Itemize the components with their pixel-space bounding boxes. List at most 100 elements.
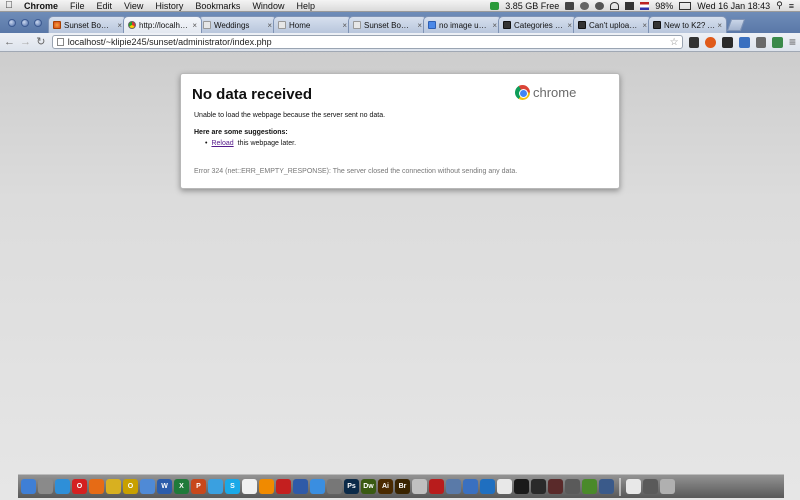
forward-button[interactable]: →	[20, 36, 31, 48]
close-tab-icon[interactable]: ×	[492, 21, 497, 30]
close-tab-icon[interactable]: ×	[192, 21, 197, 30]
menu-edit[interactable]: Edit	[91, 1, 119, 11]
word-icon[interactable]: W	[157, 479, 172, 494]
input-flag-icon[interactable]	[640, 1, 650, 10]
battery-icon[interactable]	[679, 1, 692, 10]
close-tab-icon[interactable]: ×	[567, 21, 572, 30]
tab-0[interactable]: Sunset Boma – Ad×	[48, 16, 127, 33]
notification-center-icon[interactable]: ≡	[789, 1, 794, 11]
joomla-favicon-icon	[53, 21, 61, 29]
finder-icon[interactable]	[21, 479, 36, 494]
firefox-icon[interactable]	[89, 479, 104, 494]
menu-view[interactable]: View	[118, 1, 149, 11]
extension-icon-6[interactable]	[772, 36, 783, 48]
url-text[interactable]: localhost/~klipie245/sunset/administrato…	[68, 37, 670, 47]
tabs: Sunset Boma – Ad×http://localhost/×Weddi…	[48, 16, 727, 33]
tab-title: Home	[289, 20, 311, 30]
battery-percent[interactable]: 98%	[655, 1, 673, 11]
tab-7[interactable]: Can't upload ima×	[573, 16, 652, 33]
illustrator-icon[interactable]: Ai	[378, 479, 393, 494]
close-tab-icon[interactable]: ×	[642, 21, 647, 30]
minimize-window-button[interactable]	[21, 19, 29, 27]
close-tab-icon[interactable]: ×	[717, 21, 722, 30]
menu-history[interactable]: History	[149, 1, 189, 11]
activity-monitor-icon[interactable]	[531, 479, 546, 494]
tab-3[interactable]: Home ×	[273, 16, 352, 33]
close-tab-icon[interactable]: ×	[417, 21, 422, 30]
systemprefs-icon[interactable]	[327, 479, 342, 494]
vlc-icon[interactable]	[259, 479, 274, 494]
close-tab-icon[interactable]: ×	[342, 21, 347, 30]
powerpoint-icon[interactable]: P	[191, 479, 206, 494]
bookmark-star-icon[interactable]: ☆	[670, 37, 682, 48]
timemachine-icon[interactable]	[595, 1, 605, 10]
menu-help[interactable]: Help	[290, 1, 321, 11]
acrobat-icon[interactable]	[276, 479, 291, 494]
extension-icon-2[interactable]	[705, 36, 717, 48]
messages-icon[interactable]	[208, 479, 223, 494]
menu-file[interactable]: File	[64, 1, 91, 11]
spotlight-icon[interactable]: ⚲	[776, 0, 783, 11]
textwrangler-icon[interactable]	[412, 479, 427, 494]
menu-chrome[interactable]: Chrome	[18, 1, 64, 11]
back-button[interactable]: ←	[4, 36, 15, 48]
appstore-icon[interactable]	[310, 479, 325, 494]
close-tab-icon[interactable]: ×	[117, 21, 122, 30]
sync-icon[interactable]	[580, 1, 590, 10]
status-app-icon[interactable]	[490, 1, 500, 10]
new-tab-button[interactable]	[726, 19, 746, 31]
reload-button[interactable]: ↻	[36, 36, 46, 48]
paint-icon[interactable]	[446, 479, 461, 494]
extension-icon-1[interactable]	[688, 36, 700, 48]
excel-icon[interactable]: X	[174, 479, 189, 494]
bridge-icon[interactable]: Br	[395, 479, 410, 494]
terminal-icon[interactable]	[514, 479, 529, 494]
menu-window[interactable]: Window	[246, 1, 290, 11]
opera-alt-icon[interactable]: O	[123, 479, 138, 494]
page-icon	[56, 38, 64, 46]
teamviewer-icon[interactable]	[480, 479, 495, 494]
tab-6[interactable]: Categories – K2 C×	[498, 16, 577, 33]
apple-menu-icon[interactable]: 	[0, 0, 18, 11]
dropbox-icon[interactable]	[565, 1, 575, 10]
launchpad-icon[interactable]	[38, 479, 53, 494]
extension-icon-5[interactable]	[755, 36, 767, 48]
volume-icon[interactable]	[625, 1, 635, 10]
menu-bookmarks[interactable]: Bookmarks	[189, 1, 246, 11]
skype-icon[interactable]: S	[225, 479, 240, 494]
preview-icon[interactable]	[497, 479, 512, 494]
document-icon[interactable]	[626, 479, 641, 494]
calendar-icon[interactable]	[242, 479, 257, 494]
close-tab-icon[interactable]: ×	[267, 21, 272, 30]
tab-5[interactable]: no image upload×	[423, 16, 502, 33]
photoshop-icon[interactable]: Ps	[344, 479, 359, 494]
tab-8[interactable]: New to K2? Ask h×	[648, 16, 727, 33]
dreamweaver-icon[interactable]: Dw	[361, 479, 376, 494]
close-window-button[interactable]	[8, 19, 16, 27]
opera-icon[interactable]: O	[72, 479, 87, 494]
quicktime-icon[interactable]	[293, 479, 308, 494]
extension-icon-4[interactable]	[738, 36, 750, 48]
wifi-icon[interactable]	[610, 1, 620, 10]
extension-icon-3[interactable]	[722, 36, 733, 48]
zoom-window-button[interactable]	[34, 19, 42, 27]
dock-app-icon[interactable]	[599, 479, 614, 494]
disk-free-status[interactable]: 3.85 GB Free	[505, 1, 559, 11]
ftp-icon[interactable]	[463, 479, 478, 494]
tab-1[interactable]: http://localhost/×	[123, 16, 202, 33]
photobooth-icon[interactable]	[548, 479, 563, 494]
trash-icon[interactable]	[660, 479, 675, 494]
tab-4[interactable]: Sunset Boma: Ma×	[348, 16, 427, 33]
clock[interactable]: Wed 16 Jan 18:43	[697, 1, 770, 11]
tab-2[interactable]: Weddings ×	[198, 16, 277, 33]
minecraft-icon[interactable]	[582, 479, 597, 494]
address-bar[interactable]: localhost/~klipie245/sunset/administrato…	[51, 35, 683, 49]
safari-icon[interactable]	[55, 479, 70, 494]
itunes-icon[interactable]	[140, 479, 155, 494]
downloads-stack-icon[interactable]	[643, 479, 658, 494]
chrome-menu-icon[interactable]: ≡	[789, 35, 796, 49]
reload-link[interactable]: Reload	[211, 140, 233, 147]
filezilla-icon[interactable]	[429, 479, 444, 494]
keychain-icon[interactable]	[565, 479, 580, 494]
chrome-icon[interactable]	[106, 479, 121, 494]
